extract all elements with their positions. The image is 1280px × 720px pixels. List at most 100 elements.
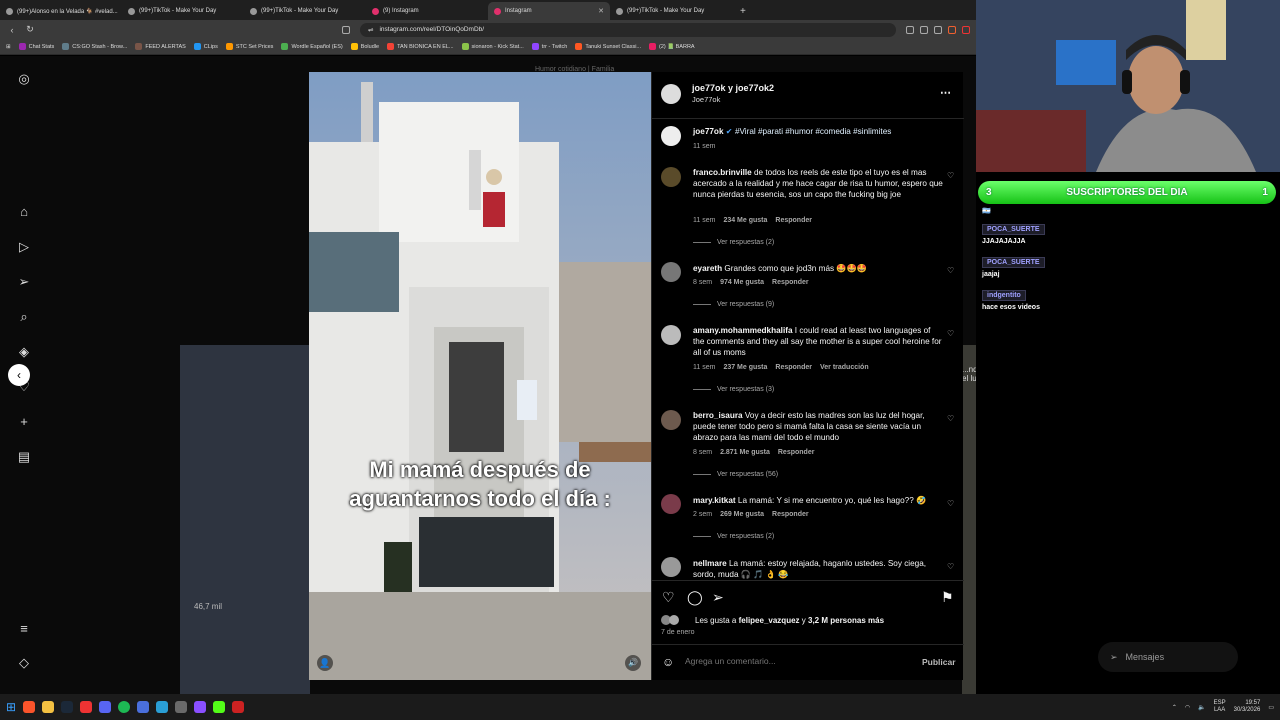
likes-count[interactable]: 3,2 M personas más <box>808 616 884 625</box>
comment-user[interactable]: franco.brinville <box>693 168 752 177</box>
prev-reel-button[interactable]: ‹ <box>8 364 30 386</box>
volume-icon[interactable]: 🔈 <box>1198 704 1205 711</box>
reply-button[interactable]: Responder <box>775 217 812 224</box>
bookmark[interactable]: CS:GO Stash - Brow... <box>62 43 127 50</box>
author-avatar[interactable] <box>661 84 681 104</box>
comment-user[interactable]: mary.kitkat <box>693 496 736 505</box>
reply-button[interactable]: Responder <box>772 279 809 286</box>
caption-avatar[interactable] <box>661 126 681 146</box>
bookmark[interactable]: STC Set Prices <box>225 43 273 50</box>
comment-likes[interactable]: 974 Me gusta <box>720 279 764 286</box>
like-comment-icon[interactable]: ♡ <box>947 171 954 180</box>
more-apps-icon[interactable]: ◇ <box>17 656 31 670</box>
view-replies-button[interactable]: Ver respuestas (2) <box>693 533 774 540</box>
create-icon[interactable]: + <box>17 415 31 429</box>
bookmark[interactable]: trr - Twitch <box>531 43 567 50</box>
comment-likes[interactable]: 237 Me gusta <box>723 364 767 371</box>
comment-avatar[interactable] <box>661 410 681 430</box>
apps-icon[interactable]: ⊞ <box>6 44 11 50</box>
view-replies-button[interactable]: Ver respuestas (2) <box>693 239 774 246</box>
language-indicator[interactable]: ESP LAA <box>1214 700 1226 714</box>
comment-input[interactable] <box>685 654 915 668</box>
reels-icon[interactable]: ▷ <box>17 240 31 254</box>
bookmark[interactable]: Chat Stats <box>18 43 54 50</box>
new-tab-button[interactable]: + <box>732 2 754 20</box>
likes-user[interactable]: felipee_vazquez <box>739 616 800 625</box>
browser-tab[interactable]: (99+)Alonso en la Velada 🐐 #velad...✕ <box>0 2 122 20</box>
app-icon[interactable] <box>137 701 150 713</box>
next-reel-card[interactable]: ...ndes estás contratado, ...esentate el… <box>962 345 976 694</box>
app-icon[interactable] <box>232 701 245 713</box>
network-icon[interactable]: ◠ <box>1185 704 1190 711</box>
instagram-logo-icon[interactable]: ◎ <box>17 72 31 86</box>
comment-avatar[interactable] <box>661 494 681 514</box>
like-comment-icon[interactable]: ♡ <box>947 414 954 423</box>
bookmark-page-icon[interactable] <box>342 25 350 34</box>
share-post-icon[interactable]: ➢ <box>712 589 724 606</box>
bookmark[interactable]: Wordle Español (ES) <box>281 43 343 50</box>
comment-user[interactable]: berro_isaura <box>693 411 743 420</box>
like-comment-icon[interactable]: ♡ <box>947 329 954 338</box>
caption-user[interactable]: joe77ok <box>693 127 724 136</box>
translate-button[interactable]: Ver traducción <box>820 364 869 371</box>
comment-avatar[interactable] <box>661 262 681 282</box>
reply-button[interactable]: Responder <box>772 511 809 518</box>
like-comment-icon[interactable]: ♡ <box>947 562 954 571</box>
brave-rewards-icon[interactable] <box>962 25 970 34</box>
app-icon[interactable] <box>175 701 188 713</box>
browser-tab[interactable]: (99+)TikTok - Make Your Day <box>244 2 366 20</box>
comment-avatar[interactable] <box>661 557 681 577</box>
likes-summary[interactable]: Les gusta a felipee_vazquez y 3,2 M pers… <box>695 616 884 625</box>
brave-shield-icon[interactable] <box>948 25 956 34</box>
reload-icon[interactable]: ↻ <box>24 24 36 35</box>
view-replies-button[interactable]: Ver respuestas (56) <box>693 471 778 478</box>
comment-avatar[interactable] <box>661 167 681 187</box>
app-icon[interactable] <box>80 701 93 713</box>
back-icon[interactable]: ‹ <box>6 25 18 35</box>
cast-icon[interactable] <box>906 25 914 34</box>
save-post-icon[interactable]: ⚑ <box>941 589 954 606</box>
app-icon[interactable] <box>156 701 169 713</box>
caption-hashtags[interactable]: #Viral #parati #humor #comedia #sinlimit… <box>735 127 891 136</box>
tab-close-icon[interactable]: ✕ <box>598 7 604 15</box>
like-post-icon[interactable]: ♡ <box>662 589 675 606</box>
windows-start-icon[interactable]: ⊞ <box>6 700 16 714</box>
brave-browser-icon[interactable] <box>23 701 36 713</box>
comment-user[interactable]: nellmare <box>693 559 727 568</box>
bookmark[interactable]: sionaron - Kick Stat... <box>461 43 524 50</box>
bookmark[interactable]: CLips <box>193 43 218 50</box>
browser-tab-active[interactable]: Instagram ✕ <box>488 2 610 20</box>
bookmark[interactable]: TAN BIONICA EN EL... <box>387 43 454 50</box>
home-icon[interactable]: ⌂ <box>17 205 31 219</box>
comment-avatar[interactable] <box>661 325 681 345</box>
like-comment-icon[interactable]: ♡ <box>947 499 954 508</box>
comment-user[interactable]: eyareth <box>693 264 722 273</box>
file-explorer-icon[interactable] <box>42 701 55 713</box>
direct-icon[interactable]: ➢ <box>17 275 31 289</box>
explore-icon[interactable]: ◈ <box>17 345 31 359</box>
comment-icon[interactable]: ◯ <box>687 589 703 606</box>
more-options-icon[interactable]: ⋯ <box>940 86 951 99</box>
audio-toggle-icon[interactable]: 🔊 <box>625 655 641 671</box>
comment-likes[interactable]: 234 Me gusta <box>723 217 767 224</box>
reply-button[interactable]: Responder <box>775 364 812 371</box>
chevron-up-icon[interactable]: ⌃ <box>1172 704 1177 711</box>
reply-button[interactable]: Responder <box>778 449 815 456</box>
previous-reel-card[interactable]: 46,7 mil <box>180 345 310 694</box>
comment-likes[interactable]: 269 Me gusta <box>720 511 764 518</box>
publish-button[interactable]: Publicar <box>922 657 956 667</box>
browser-tab[interactable]: (9) Instagram <box>366 2 488 20</box>
bookmark[interactable]: (2) 📗 BARRA <box>649 43 695 50</box>
kick-icon[interactable] <box>213 701 226 713</box>
site-info-icon[interactable]: ⇌ <box>368 26 373 34</box>
notifications-tray-icon[interactable]: ▭ <box>1268 704 1274 711</box>
share-icon[interactable] <box>934 25 942 34</box>
clock[interactable]: 19:57 30/3/2026 <box>1234 700 1261 714</box>
bookmark[interactable]: Tanuki Sunset Classi... <box>575 43 641 50</box>
app-icon[interactable] <box>194 701 207 713</box>
view-replies-button[interactable]: Ver respuestas (3) <box>693 386 774 393</box>
comment-user[interactable]: amany.mohammedkhalifa <box>693 326 793 335</box>
dashboard-icon[interactable]: ▤ <box>17 450 31 464</box>
reel-video[interactable]: 👤 🔊 <box>309 72 651 680</box>
emoji-icon[interactable]: ☺ <box>662 655 674 669</box>
